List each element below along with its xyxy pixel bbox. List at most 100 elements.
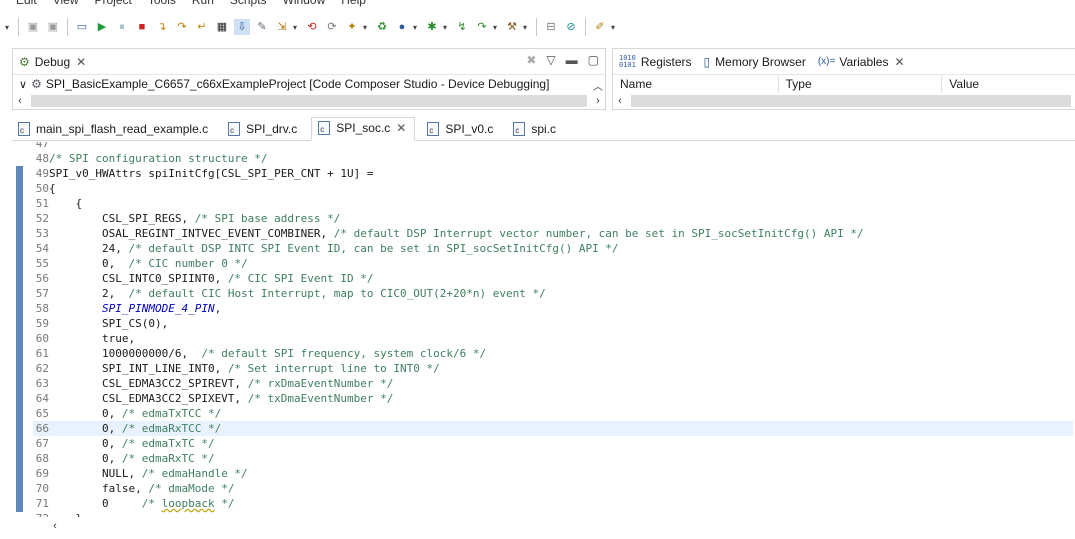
flash-icon[interactable]: ● — [394, 19, 410, 35]
code-line[interactable]: 71 0 /* loopback */ — [33, 496, 1073, 511]
hardware-dropdown[interactable]: ▾ — [363, 23, 371, 32]
code-line[interactable]: 65 0, /* edmaTxTCC */ — [33, 406, 1073, 421]
connect-icon[interactable]: ✎ — [254, 19, 270, 35]
build-icon[interactable]: ♻ — [374, 19, 390, 35]
code-line[interactable]: 68 0, /* edmaRxTC */ — [33, 451, 1073, 466]
code-line[interactable]: 48/* SPI configuration structure */ — [33, 151, 1073, 166]
code-line[interactable]: 55 0, /* CIC number 0 */ — [33, 256, 1073, 271]
editor-tab[interactable]: c SPI_drv.c — [222, 117, 305, 141]
code-line[interactable]: 64 CSL_EDMA3CC2_SPIXEVT, /* txDmaEventNu… — [33, 391, 1073, 406]
code-line[interactable]: 51 { — [33, 196, 1073, 211]
debug-icon[interactable]: ✱ — [424, 19, 440, 35]
debug-vertical-scrollbar[interactable]: ︿ — [591, 75, 605, 95]
editor-horizontal-scrollbar[interactable]: ‹ — [12, 518, 1075, 534]
step-into-c-icon[interactable]: ↯ — [454, 19, 470, 35]
chevron-down-icon[interactable]: ∨ — [19, 78, 27, 91]
debug-session-row[interactable]: ∨ ⚙ SPI_BasicExample_C6657_c66xExamplePr… — [13, 75, 605, 93]
tab-variables[interactable]: (x)= Variables ✕ — [812, 49, 911, 75]
terminate-icon[interactable]: ■ — [134, 19, 150, 35]
debug-dropdown[interactable]: ▾ — [443, 23, 451, 32]
step-dropdown[interactable]: ▾ — [493, 23, 501, 32]
remove-terminated-icon[interactable]: ✖ — [526, 53, 536, 67]
code-line[interactable]: 69 NULL, /* edmaHandle */ — [33, 466, 1073, 481]
step-into-icon[interactable]: ↴ — [154, 19, 170, 35]
tab-registers[interactable]: 1010 0101 Registers — [613, 49, 698, 75]
scroll-left-icon[interactable]: ‹ — [48, 520, 62, 532]
column-type[interactable]: Type — [779, 75, 943, 93]
search-icon[interactable]: ⊘ — [563, 19, 579, 35]
code-line[interactable]: 72 }, — [33, 511, 1073, 517]
code-line[interactable]: 52 CSL_SPI_REGS, /* SPI base address */ — [33, 211, 1073, 226]
scroll-left-icon[interactable]: ‹ — [13, 95, 27, 107]
code-line[interactable]: 67 0, /* edmaTxTC */ — [33, 436, 1073, 451]
menu-item-project[interactable]: Project — [94, 0, 131, 7]
column-value[interactable]: Value — [942, 75, 1075, 93]
menu-item-view[interactable]: View — [53, 0, 79, 7]
step-return-icon[interactable]: ↵ — [194, 19, 210, 35]
toolbar-dropdown[interactable]: ▾ — [5, 23, 13, 32]
instruction-stepping-icon[interactable]: ⇩ — [234, 19, 250, 35]
code-line[interactable]: 66 0, /* edmaRxTCC */ — [33, 421, 1073, 436]
menu-item-edit[interactable]: Edit — [16, 0, 37, 7]
terminate-all-icon[interactable]: ▭ — [74, 19, 90, 35]
scroll-thumb[interactable] — [31, 95, 587, 107]
close-icon[interactable]: ✕ — [894, 55, 904, 69]
menu-item-tools[interactable]: Tools — [148, 0, 176, 7]
menu-item-scripts[interactable]: Scripts — [230, 0, 267, 7]
grid-icon[interactable]: ▦ — [214, 19, 230, 35]
code-line[interactable]: 59 SPI_CS(0), — [33, 316, 1073, 331]
code-line[interactable]: 53 OSAL_REGINT_INTVEC_EVENT_COMBINER, /*… — [33, 226, 1073, 241]
reset-icon[interactable]: ⟳ — [324, 19, 340, 35]
code-line[interactable]: 62 SPI_INT_LINE_INT0, /* Set interrupt l… — [33, 361, 1073, 376]
column-name[interactable]: Name — [613, 75, 779, 93]
code-line[interactable]: 50{ — [33, 181, 1073, 196]
editor-tab[interactable]: c main_spi_flash_read_example.c — [12, 117, 216, 141]
suspend-icon[interactable]: ⏸ — [114, 19, 130, 35]
step-over-c-icon[interactable]: ↷ — [474, 19, 490, 35]
scroll-right-icon[interactable]: › — [591, 95, 605, 107]
code-line[interactable]: 56 CSL_INTC0_SPIINT0, /* CIC SPI Event I… — [33, 271, 1073, 286]
code-line[interactable]: 63 CSL_EDMA3CC2_SPIREVT, /* rxDmaEventNu… — [33, 376, 1073, 391]
code-line[interactable]: 58 SPI_PINMODE_4_PIN, — [33, 301, 1073, 316]
code-line[interactable]: 70 false, /* dmaMode */ — [33, 481, 1073, 496]
flash-dropdown[interactable]: ▾ — [413, 23, 421, 32]
step-over-icon[interactable]: ↷ — [174, 19, 190, 35]
variables-horizontal-scrollbar[interactable]: ‹ — [613, 93, 1075, 109]
minimize-icon[interactable]: ▬ — [566, 53, 578, 67]
code-line[interactable]: 61 1000000000/6, /* default SPI frequenc… — [33, 346, 1073, 361]
code-line[interactable]: 60 true, — [33, 331, 1073, 346]
save-all-icon[interactable]: ▣ — [45, 19, 61, 35]
build-dropdown[interactable]: ▾ — [523, 23, 531, 32]
menu-item-help[interactable]: Help — [341, 0, 366, 7]
tab-memory-browser[interactable]: ▯ Memory Browser — [698, 49, 812, 75]
code-editor[interactable]: 47 48/* SPI configuration structure */49S… — [12, 142, 1075, 517]
resume-icon[interactable]: ▶ — [94, 19, 110, 35]
code-line[interactable]: 54 24, /* default DSP INTC SPI Event ID,… — [33, 241, 1073, 256]
editor-tab[interactable]: c SPI_soc.c ✕ — [311, 116, 416, 141]
pencil-icon[interactable]: ✐ — [592, 19, 608, 35]
code-area[interactable]: 47 48/* SPI configuration structure */49S… — [33, 142, 1073, 517]
editor-tab[interactable]: c SPI_v0.c — [421, 117, 501, 141]
close-icon[interactable]: ✕ — [76, 55, 86, 69]
editor-tab[interactable]: c spi.c — [507, 117, 564, 141]
pencil-dropdown[interactable]: ▾ — [611, 23, 619, 32]
code-line[interactable]: 57 2, /* default CIC Host Interrupt, map… — [33, 286, 1073, 301]
load-program-icon[interactable]: ⇲ — [274, 19, 290, 35]
load-dropdown[interactable]: ▾ — [293, 23, 301, 32]
open-perspective-icon[interactable]: ⊟ — [543, 19, 559, 35]
menu-item-window[interactable]: Window — [283, 0, 326, 7]
menu-item-run[interactable]: Run — [192, 0, 214, 7]
maximize-icon[interactable]: ▢ — [588, 53, 599, 67]
tab-debug[interactable]: ⚙ Debug ✕ — [13, 49, 92, 75]
scroll-thumb[interactable] — [631, 95, 1071, 107]
debug-horizontal-scrollbar[interactable]: ‹ › — [13, 93, 605, 109]
code-line[interactable]: 49SPI_v0_HWAttrs spiInitCfg[CSL_SPI_PER_… — [33, 166, 1073, 181]
save-icon[interactable]: ▣ — [25, 19, 41, 35]
close-icon[interactable]: ✕ — [396, 121, 406, 135]
code-line[interactable]: 47 — [33, 142, 1073, 151]
hardware-icon[interactable]: ✦ — [344, 19, 360, 35]
view-menu-icon[interactable]: ▽ — [546, 53, 555, 67]
restart-icon[interactable]: ⟲ — [304, 19, 320, 35]
scroll-left-icon[interactable]: ‹ — [613, 95, 627, 107]
hammer-icon[interactable]: ⚒ — [504, 19, 520, 35]
